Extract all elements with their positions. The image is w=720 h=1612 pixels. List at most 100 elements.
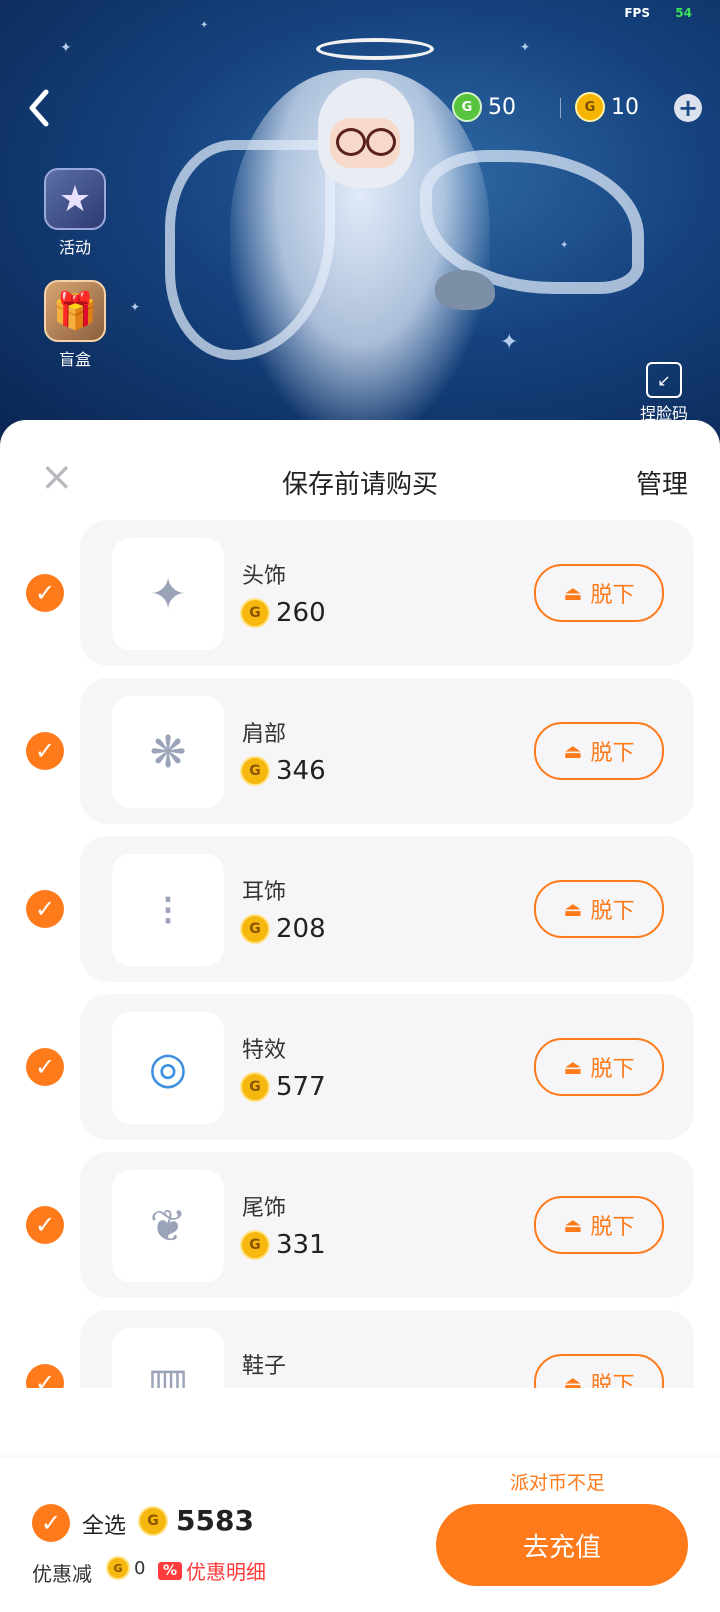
sheet-header: × 保存前请购买 管理 bbox=[0, 420, 720, 520]
remove-label: 脱下 bbox=[590, 1057, 635, 1082]
item-price: G 260 bbox=[240, 598, 326, 628]
hanger-icon: ⏏ bbox=[563, 581, 583, 605]
total-price: G 5583 bbox=[138, 1504, 254, 1537]
select-all-label[interactable]: 全选 bbox=[82, 1508, 126, 1540]
side-item-blind-box[interactable]: 🎁 盲盒 bbox=[40, 280, 110, 370]
hanger-icon: ⏏ bbox=[563, 739, 583, 763]
item-name: 头饰 bbox=[242, 564, 287, 589]
chevron-left-icon bbox=[29, 89, 49, 127]
remove-button[interactable]: ⏏ 脱下 bbox=[534, 1354, 664, 1388]
list-item: ✓ ◎ 特效 G 577 ⏏ 脱下 bbox=[0, 994, 720, 1140]
glasses-right bbox=[366, 128, 396, 156]
remove-button[interactable]: ⏏ 脱下 bbox=[534, 564, 664, 622]
side-item-activity[interactable]: ★ 活动 bbox=[40, 168, 110, 258]
price-value: 346 bbox=[276, 756, 326, 786]
avatar-halo bbox=[316, 38, 434, 60]
star-decoration: ✦ bbox=[200, 20, 209, 31]
item-price: G 208 bbox=[240, 914, 326, 944]
price-value: 260 bbox=[276, 598, 326, 628]
item-card[interactable]: ❦ 尾饰 G 331 ⏏ 脱下 bbox=[80, 1152, 694, 1298]
list-item: ✓ ✦ 头饰 G 260 ⏏ 脱下 bbox=[0, 520, 720, 666]
add-currency-button[interactable]: + bbox=[674, 94, 702, 122]
recharge-button[interactable]: 去充值 bbox=[436, 1504, 688, 1586]
remove-button[interactable]: ⏏ 脱下 bbox=[534, 880, 664, 938]
item-price: G 346 bbox=[240, 756, 326, 786]
item-card[interactable]: ✦ 头饰 G 260 ⏏ 脱下 bbox=[80, 520, 694, 666]
sheet-title: 保存前请购买 bbox=[281, 470, 438, 500]
star-icon: ★ bbox=[44, 168, 106, 230]
item-price: G 577 bbox=[240, 1072, 326, 1102]
back-button[interactable] bbox=[22, 86, 56, 130]
list-item: ✓ ❋ 肩部 G 346 ⏏ 脱下 bbox=[0, 678, 720, 824]
purchase-sheet: × 保存前请购买 管理 ✓ ✦ 头饰 G 260 ⏏ 脱下 ✓ ❋ 肩部 G 3… bbox=[0, 420, 720, 1612]
list-item: ✓ ▥ 鞋子 G 265 ⏏ 脱下 bbox=[0, 1310, 720, 1388]
fps-value: 54 bbox=[675, 6, 692, 20]
item-thumbnail: ⁝ bbox=[112, 854, 224, 966]
price-value: 331 bbox=[276, 1230, 326, 1260]
discount-value: 0 bbox=[134, 1557, 146, 1579]
item-card[interactable]: ❋ 肩部 G 346 ⏏ 脱下 bbox=[80, 678, 694, 824]
item-thumbnail: ▥ bbox=[112, 1328, 224, 1388]
gold-coin-icon: G bbox=[575, 92, 605, 122]
remove-label: 脱下 bbox=[590, 741, 635, 766]
checkbox-checked-icon[interactable]: ✓ bbox=[26, 574, 64, 612]
item-name: 特效 bbox=[242, 1038, 287, 1063]
star-decoration: ✦ bbox=[130, 300, 141, 314]
star-decoration: ✦ bbox=[520, 40, 531, 54]
select-all-checkbox[interactable]: ✓ bbox=[32, 1504, 70, 1542]
checkbox-checked-icon[interactable]: ✓ bbox=[26, 1048, 64, 1086]
item-name: 耳饰 bbox=[242, 880, 287, 905]
hanger-icon: ⏏ bbox=[563, 1371, 583, 1388]
item-thumbnail: ❦ bbox=[112, 1170, 224, 1282]
game-scene: ✦ ✦ ✦ ✦ ✦ ✦ FPS 54 G 50 G 10 + ★ 活动 🎁 盲盒… bbox=[0, 0, 720, 440]
remove-label: 脱下 bbox=[590, 1215, 635, 1240]
gold-coin-icon: G bbox=[138, 1505, 168, 1536]
glasses-left bbox=[336, 128, 366, 156]
item-name: 尾饰 bbox=[242, 1196, 287, 1221]
discount-detail-link[interactable]: % 优惠明细 bbox=[158, 1556, 266, 1585]
shark-pet bbox=[435, 270, 495, 310]
discount-label: 优惠减 bbox=[32, 1562, 92, 1586]
item-thumbnail: ✦ bbox=[112, 538, 224, 650]
checkbox-checked-icon[interactable]: ✓ bbox=[26, 890, 64, 928]
gold-coin-balance: G 10 bbox=[575, 92, 639, 122]
face-code-button[interactable]: ↙ 捏脸码 bbox=[640, 362, 688, 424]
remove-button[interactable]: ⏏ 脱下 bbox=[534, 722, 664, 780]
remove-label: 脱下 bbox=[590, 583, 635, 608]
discount-detail-label: 优惠明细 bbox=[186, 1560, 267, 1584]
item-thumbnail: ❋ bbox=[112, 696, 224, 808]
side-item-label: 活动 bbox=[58, 238, 91, 257]
checkbox-checked-icon[interactable]: ✓ bbox=[26, 1206, 64, 1244]
item-card[interactable]: ⁝ 耳饰 G 208 ⏏ 脱下 bbox=[80, 836, 694, 982]
currency-divider bbox=[560, 98, 561, 118]
remove-button[interactable]: ⏏ 脱下 bbox=[534, 1196, 664, 1254]
star-decoration: ✦ bbox=[60, 40, 72, 56]
item-price: G 331 bbox=[240, 1230, 326, 1260]
total-value: 5583 bbox=[176, 1504, 254, 1537]
g-coin-balance: G 50 bbox=[452, 92, 516, 122]
remove-button[interactable]: ⏏ 脱下 bbox=[534, 1038, 664, 1096]
checkbox-checked-icon[interactable]: ✓ bbox=[26, 1364, 64, 1388]
checkbox-checked-icon[interactable]: ✓ bbox=[26, 732, 64, 770]
insufficient-notice: 派对币不足 bbox=[510, 1472, 606, 1494]
gold-coin-icon: G bbox=[240, 1230, 270, 1260]
gold-coin-count: 10 bbox=[611, 94, 639, 120]
hanger-icon: ⏏ bbox=[563, 1213, 583, 1237]
checkout-footer: 派对币不足 ✓ 全选 G 5583 优惠减 G 0 % 优惠明细 去充值 bbox=[0, 1458, 720, 1612]
percent-icon: % bbox=[158, 1561, 183, 1580]
gift-box-icon: 🎁 bbox=[44, 280, 106, 342]
item-name: 鞋子 bbox=[242, 1354, 287, 1379]
hanger-icon: ⏏ bbox=[563, 1055, 583, 1079]
star-decoration: ✦ bbox=[500, 330, 519, 355]
face-code-icon: ↙ bbox=[646, 362, 682, 398]
item-card[interactable]: ◎ 特效 G 577 ⏏ 脱下 bbox=[80, 994, 694, 1140]
item-list[interactable]: ✓ ✦ 头饰 G 260 ⏏ 脱下 ✓ ❋ 肩部 G 346 ⏏ 脱下 ✓ ⁝ … bbox=[0, 520, 720, 1388]
discount-amount: G 0 bbox=[106, 1556, 145, 1580]
manage-button[interactable]: 管理 bbox=[636, 464, 688, 501]
list-item: ✓ ⁝ 耳饰 G 208 ⏏ 脱下 bbox=[0, 836, 720, 982]
item-thumbnail: ◎ bbox=[112, 1012, 224, 1124]
gold-coin-icon: G bbox=[240, 598, 270, 628]
gold-coin-icon: G bbox=[240, 756, 270, 786]
hanger-icon: ⏏ bbox=[563, 897, 583, 921]
item-card[interactable]: ▥ 鞋子 G 265 ⏏ 脱下 bbox=[80, 1310, 694, 1388]
